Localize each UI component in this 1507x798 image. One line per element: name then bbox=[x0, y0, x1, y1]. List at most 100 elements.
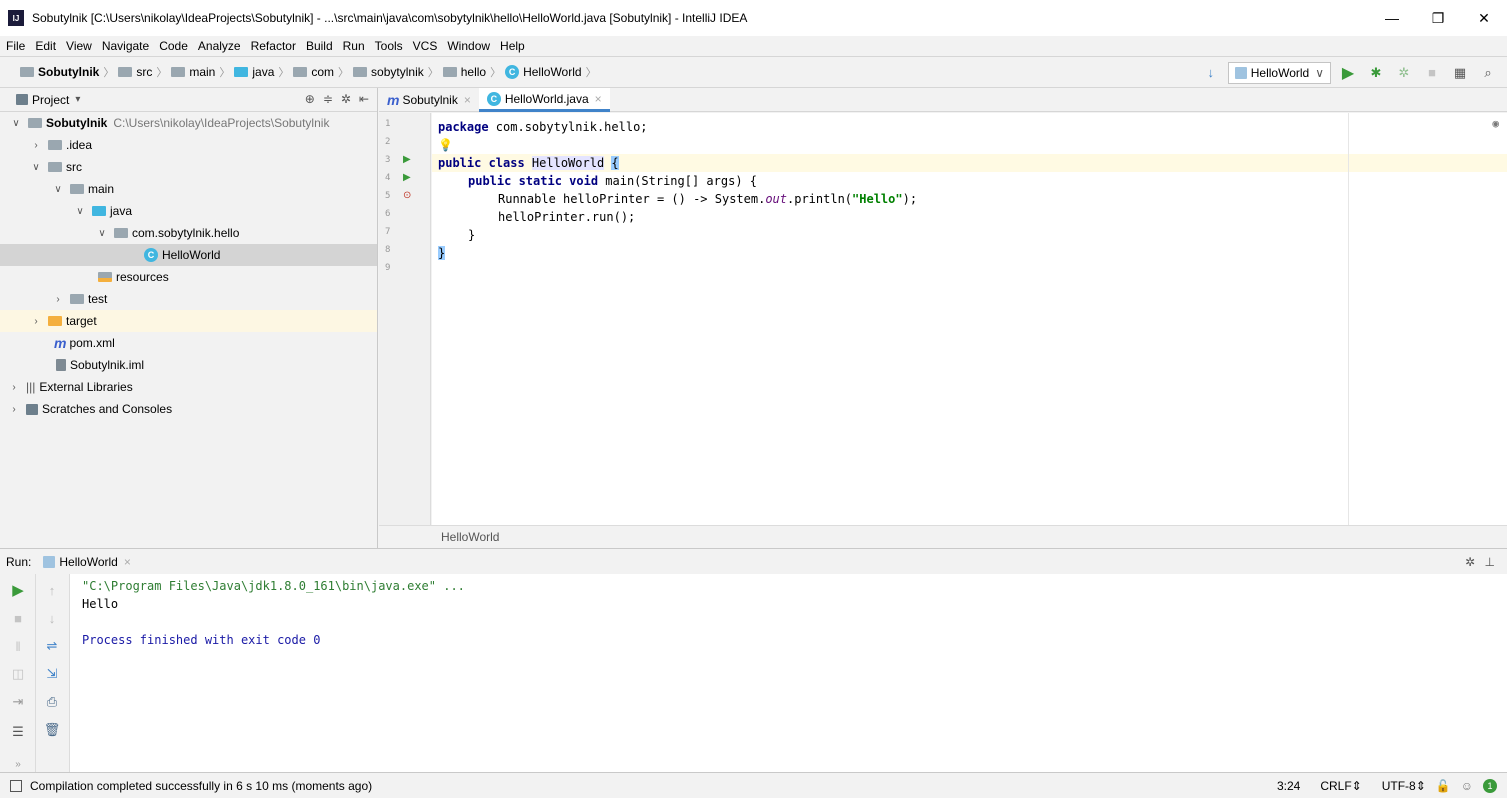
menu-code[interactable]: Code bbox=[159, 39, 188, 53]
soft-wrap-icon[interactable]: ⇌ bbox=[42, 636, 62, 656]
tool-windows-icon[interactable] bbox=[10, 779, 22, 792]
expanded-arrow-icon[interactable]: ∨ bbox=[74, 206, 86, 217]
restore-button[interactable]: ❐ bbox=[1415, 0, 1461, 36]
menu-refactor[interactable]: Refactor bbox=[251, 39, 296, 53]
event-log-icon[interactable]: 1 bbox=[1483, 779, 1497, 793]
run-tab-helloworld[interactable]: HelloWorld × bbox=[43, 555, 131, 569]
clear-all-icon[interactable]: 🗑 bbox=[42, 720, 62, 740]
pause-icon[interactable]: ‖ bbox=[8, 636, 28, 656]
lightbulb-icon[interactable]: 💡 bbox=[438, 136, 453, 154]
breadcrumb-com[interactable]: com 〉 bbox=[293, 64, 349, 80]
breadcrumb-sobytylnik[interactable]: sobytylnik 〉 bbox=[353, 64, 439, 80]
code-editor[interactable]: package com.sobytylnik.hello; 💡 public c… bbox=[432, 113, 1507, 525]
sort-icon[interactable]: ↓ bbox=[1200, 62, 1222, 84]
eye-icon[interactable]: ◉ bbox=[1492, 117, 1499, 130]
menu-file[interactable]: File bbox=[6, 39, 25, 53]
tree-item-external-libraries[interactable]: › ||| External Libraries bbox=[0, 376, 377, 398]
up-arrow-icon[interactable]: ↑ bbox=[42, 580, 62, 600]
tree-item-idea[interactable]: › .idea bbox=[0, 134, 377, 156]
tree-item-target[interactable]: › target bbox=[0, 310, 377, 332]
debug-icon[interactable]: ✱ bbox=[1365, 62, 1387, 84]
lock-icon[interactable]: 🔓 bbox=[1436, 779, 1451, 793]
editor-breadcrumb-helloworld[interactable]: HelloWorld bbox=[441, 530, 499, 544]
tab-sobutylnik[interactable]: m Sobutylnik × bbox=[379, 88, 479, 112]
editor-gutter[interactable]: 1 2 3 4 5 6 7 8 9 ▶ ▶ ⊙ bbox=[379, 113, 431, 525]
run-console[interactable]: ▶ ■ ‖ ◫ ⇥ ☰ » ↑ ↓ ⇌ ⇲ ⎙ 🗑 "C:\Program Fi… bbox=[0, 574, 1507, 772]
close-tab-icon[interactable]: × bbox=[595, 92, 602, 106]
collapsed-arrow-icon[interactable]: › bbox=[30, 316, 42, 327]
print-icon[interactable]: ⎙ bbox=[42, 692, 62, 712]
tab-helloworld-java[interactable]: C HelloWorld.java × bbox=[478, 88, 610, 112]
gear-icon[interactable]: ✲ bbox=[341, 92, 351, 106]
menu-window[interactable]: Window bbox=[447, 39, 490, 53]
scroll-to-end-icon[interactable]: ⇲ bbox=[42, 664, 62, 684]
tree-item-package[interactable]: ∨ com.sobytylnik.hello bbox=[0, 222, 377, 244]
gear-icon[interactable]: ✲ bbox=[1465, 555, 1475, 569]
run-config-select[interactable]: HelloWorld ∨ bbox=[1227, 61, 1331, 84]
expanded-arrow-icon[interactable]: ∨ bbox=[52, 184, 64, 195]
collapsed-arrow-icon[interactable]: › bbox=[30, 140, 42, 151]
menu-view[interactable]: View bbox=[66, 39, 92, 53]
hide-panel-icon[interactable]: ⊥ bbox=[1485, 555, 1495, 569]
expanded-arrow-icon[interactable]: ∨ bbox=[30, 162, 42, 173]
collapsed-arrow-icon[interactable]: › bbox=[8, 382, 20, 393]
breadcrumb-project[interactable]: Sobutylnik 〉 bbox=[20, 64, 114, 80]
collapsed-arrow-icon[interactable]: › bbox=[52, 294, 64, 305]
close-tab-icon[interactable]: × bbox=[124, 555, 131, 569]
status-message[interactable]: Compilation completed successfully in 6 … bbox=[30, 779, 372, 793]
breadcrumb-hello[interactable]: hello 〉 bbox=[442, 64, 501, 80]
tree-item-main[interactable]: ∨ main bbox=[0, 178, 377, 200]
stop-icon[interactable]: ■ bbox=[8, 608, 28, 628]
menu-tools[interactable]: Tools bbox=[375, 39, 403, 53]
tree-item-iml[interactable]: Sobutylnik.iml bbox=[0, 354, 377, 376]
caret-position[interactable]: 3:24 bbox=[1277, 779, 1300, 793]
project-view-select[interactable]: Project bbox=[32, 93, 69, 107]
more-icon[interactable]: » bbox=[8, 754, 28, 774]
tree-item-helloworld[interactable]: C HelloWorld bbox=[0, 244, 377, 266]
tree-item-scratches[interactable]: › Scratches and Consoles bbox=[0, 398, 377, 420]
locate-icon[interactable]: ⊕ bbox=[305, 92, 315, 106]
collapsed-arrow-icon[interactable]: › bbox=[8, 404, 20, 415]
tree-item-pom[interactable]: m pom.xml bbox=[0, 332, 377, 354]
dropdown-icon[interactable]: ▾ bbox=[75, 94, 80, 105]
rerun-icon[interactable]: ▶ bbox=[8, 580, 28, 600]
tree-item-resources[interactable]: resources bbox=[0, 266, 377, 288]
down-arrow-icon[interactable]: ↓ bbox=[42, 608, 62, 628]
menu-vcs[interactable]: VCS bbox=[413, 39, 438, 53]
minimize-button[interactable]: — bbox=[1369, 0, 1415, 36]
tree-item-project-root[interactable]: ∨ Sobutylnik C:\Users\nikolay\IdeaProjec… bbox=[0, 112, 377, 134]
tree-item-test[interactable]: › test bbox=[0, 288, 377, 310]
menu-navigate[interactable]: Navigate bbox=[102, 39, 149, 53]
run-icon[interactable]: ▶ bbox=[1337, 62, 1359, 84]
breadcrumb-src[interactable]: src 〉 bbox=[118, 64, 167, 80]
expanded-arrow-icon[interactable]: ∨ bbox=[96, 228, 108, 239]
collapse-icon[interactable]: ≑ bbox=[323, 92, 333, 106]
close-tab-icon[interactable]: × bbox=[464, 93, 471, 107]
coverage-icon[interactable]: ✲ bbox=[1393, 62, 1415, 84]
expanded-arrow-icon[interactable]: ∨ bbox=[10, 118, 22, 129]
menu-build[interactable]: Build bbox=[306, 39, 333, 53]
project-structure-icon[interactable]: ▦ bbox=[1449, 62, 1471, 84]
dump-threads-icon[interactable]: ◫ bbox=[8, 664, 28, 684]
stop-icon[interactable]: ■ bbox=[1421, 62, 1443, 84]
breadcrumb-main[interactable]: main 〉 bbox=[171, 64, 230, 80]
layout-icon[interactable]: ☰ bbox=[8, 722, 28, 742]
menu-edit[interactable]: Edit bbox=[35, 39, 56, 53]
exit-icon[interactable]: ⇥ bbox=[8, 692, 28, 712]
tree-item-java[interactable]: ∨ java bbox=[0, 200, 377, 222]
inspector-icon[interactable]: ☺ bbox=[1461, 779, 1473, 793]
file-encoding[interactable]: UTF-8⇕ bbox=[1372, 779, 1426, 793]
run-gutter-icon[interactable]: ▶ bbox=[403, 172, 411, 183]
menu-run[interactable]: Run bbox=[343, 39, 365, 53]
menu-help[interactable]: Help bbox=[500, 39, 525, 53]
run-gutter-icon[interactable]: ▶ bbox=[403, 154, 411, 165]
breadcrumb-helloworld[interactable]: C HelloWorld 〉 bbox=[505, 64, 597, 80]
line-separator[interactable]: CRLF⇕ bbox=[1310, 779, 1361, 793]
breadcrumb-java[interactable]: java 〉 bbox=[234, 64, 289, 80]
close-button[interactable]: ✕ bbox=[1461, 0, 1507, 36]
menu-analyze[interactable]: Analyze bbox=[198, 39, 241, 53]
search-icon[interactable]: ⌕ bbox=[1477, 62, 1499, 84]
hide-icon[interactable]: ⇤ bbox=[359, 92, 369, 106]
implements-gutter-icon[interactable]: ⊙ bbox=[403, 190, 411, 201]
tree-item-src[interactable]: ∨ src bbox=[0, 156, 377, 178]
